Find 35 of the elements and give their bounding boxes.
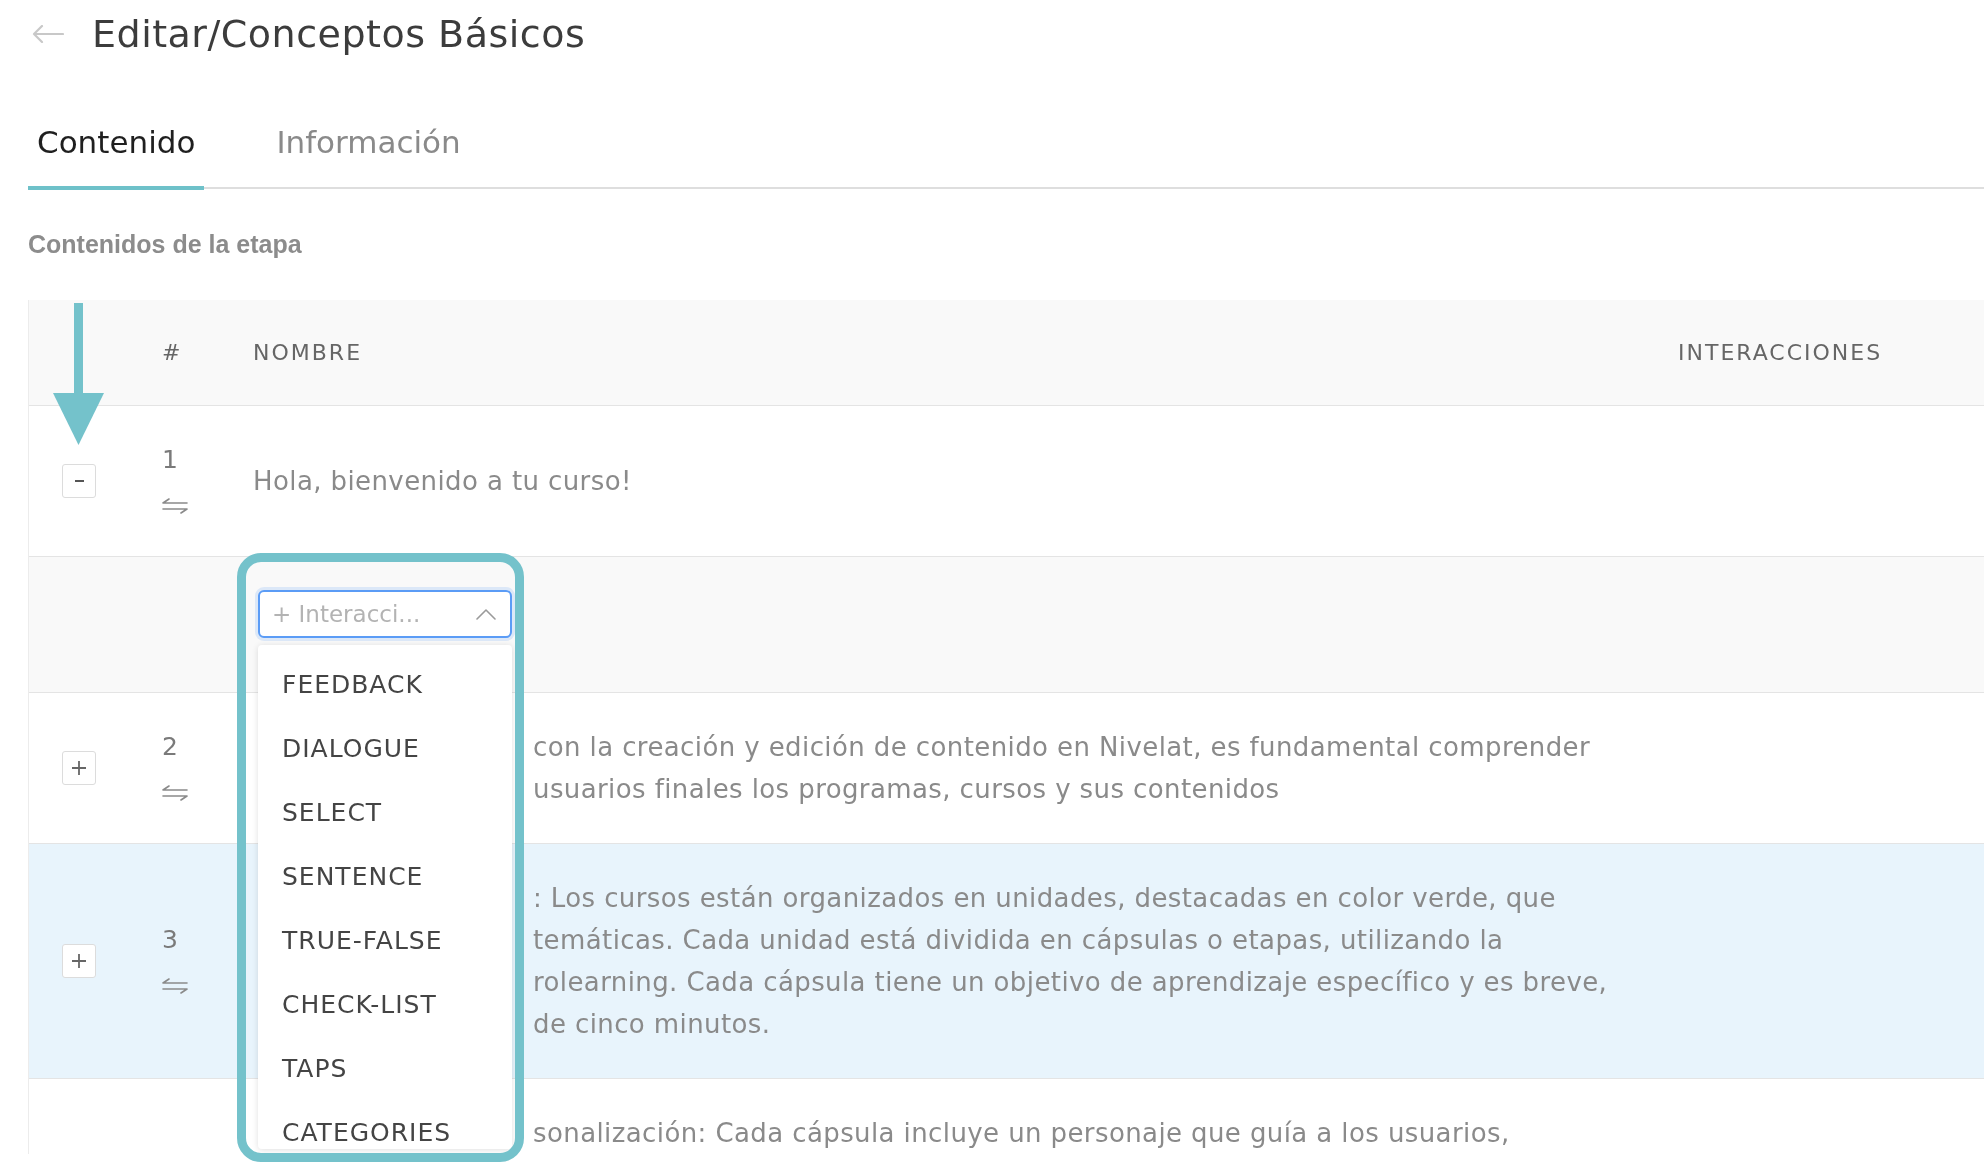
tab[interactable]: Contenido	[28, 118, 205, 190]
content-name: usuarios finales los programas, cursos y sus contenidos	[533, 773, 1280, 806]
content-name: sonalización: Cada cápsula incluye un personaje que guía a los usuarios,	[533, 1117, 1510, 1150]
menu-item[interactable]: DIALOGUE	[258, 717, 512, 781]
column-header: INTERACCIONES	[1678, 340, 1883, 365]
row-number: 2	[162, 731, 178, 763]
minus-icon	[74, 480, 84, 482]
plus-icon	[72, 954, 86, 968]
content-name: con la creación y edición de contenido en Nivelat, es fundamental comprender	[533, 731, 1591, 764]
expand-toggle[interactable]	[62, 751, 96, 785]
menu-item[interactable]: SENTENCE	[258, 845, 512, 909]
swap-arrows-icon[interactable]	[162, 498, 188, 514]
row-number: 3	[162, 924, 178, 956]
plus-icon	[72, 761, 86, 775]
content-name: temáticas. Cada unidad está dividida en cápsulas o etapas, utilizando la	[533, 924, 1504, 957]
menu-item[interactable]: CHECK-LIST	[258, 973, 512, 1037]
menu-item[interactable]: TRUE-FALSE	[258, 909, 512, 973]
swap-arrows-icon[interactable]	[162, 785, 188, 801]
content-name: rolearning. Cada cápsula tiene un objetivo de aprendizaje específico y es breve,	[533, 966, 1608, 999]
menu-item[interactable]: CATEGORIES	[258, 1101, 512, 1149]
swap-arrows-icon[interactable]	[162, 978, 188, 994]
menu-item[interactable]: SELECT	[258, 781, 512, 845]
content-name: Hola, bienvenido a tu curso!	[253, 465, 632, 498]
chevron-up-icon	[476, 608, 496, 620]
content-name: de cinco minutos.	[533, 1008, 771, 1041]
column-header: #	[162, 340, 183, 365]
expand-toggle[interactable]	[62, 944, 96, 978]
expand-toggle[interactable]	[62, 464, 96, 498]
content-name: : Los cursos están organizados en unidades, destacadas en color verde, que	[533, 882, 1556, 915]
menu-item[interactable]: FEEDBACK	[258, 653, 512, 717]
column-header: NOMBRE	[253, 340, 363, 365]
section-title: Contenidos de la etapa	[28, 229, 302, 259]
page-title: Editar/Conceptos Básicos	[92, 11, 586, 58]
menu-item[interactable]: TAPS	[258, 1037, 512, 1101]
row-number: 1	[162, 444, 178, 476]
